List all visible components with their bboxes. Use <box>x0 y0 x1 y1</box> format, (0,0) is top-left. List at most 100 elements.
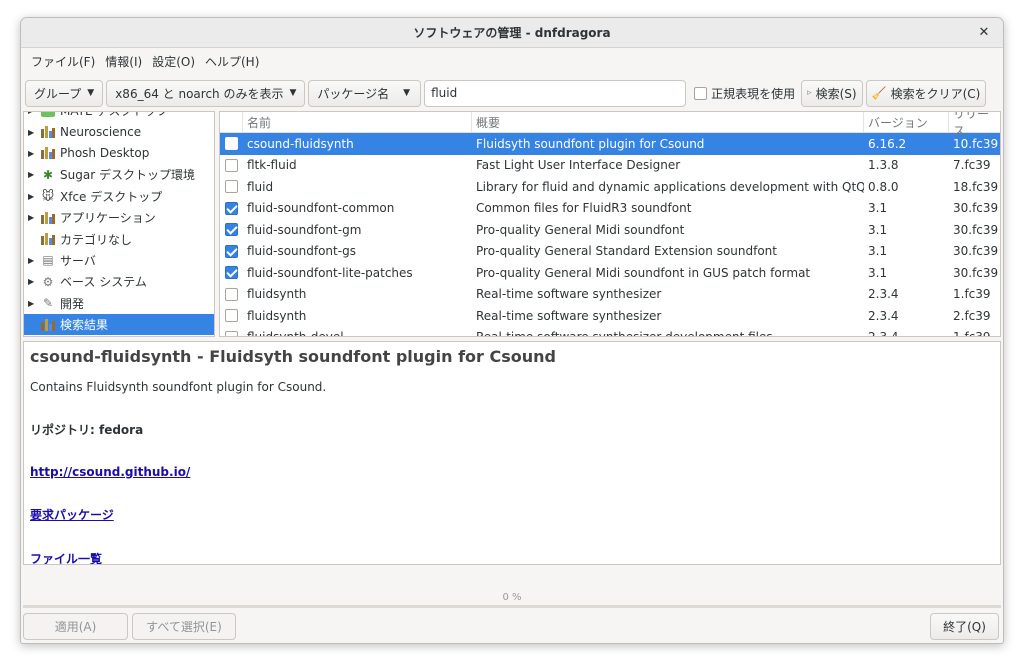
select-all-button-label: すべて選択(E) <box>146 620 222 634</box>
sidebar-item[interactable]: カテゴリなし <box>24 228 214 249</box>
search-button[interactable]: ▹ 検索(S) <box>801 79 863 107</box>
folder-icon <box>40 211 56 225</box>
header-release[interactable]: リリース <box>949 112 1000 138</box>
search-field-label: パッケージ名 <box>317 86 390 101</box>
package-version: 3.1 <box>868 222 888 237</box>
expander-arrow-icon[interactable]: ▶ <box>28 277 40 286</box>
xfce-icon: 🐭 <box>41 189 55 204</box>
apply-button[interactable]: 適用(A) <box>23 613 128 640</box>
package-row[interactable]: fluidsynth-develReal-time software synth… <box>220 327 1000 336</box>
package-row[interactable]: fluid-soundfont-lite-patches Pro-quality … <box>220 262 1000 284</box>
package-checkbox-cell <box>220 180 243 194</box>
search-input[interactable]: fluid <box>424 79 687 107</box>
package-checkbox[interactable] <box>225 266 238 280</box>
sidebar-item[interactable]: ▶ アプリケーション <box>24 207 214 228</box>
search-icon: ▹ <box>807 88 812 98</box>
package-checkbox[interactable] <box>225 180 238 194</box>
regex-checkbox[interactable]: 正規表現を使用 <box>694 85 795 102</box>
expander-arrow-icon[interactable]: ▶ <box>28 299 40 308</box>
package-release: 30.fc39 <box>953 265 999 280</box>
sidebar-item[interactable]: ▶ ✱ Sugar デスクトップ環境 <box>24 164 214 185</box>
expander-arrow-icon[interactable]: ▶ <box>28 170 40 179</box>
package-checkbox[interactable] <box>225 158 238 172</box>
package-row[interactable]: fluid-soundfont-common Common files for F… <box>220 198 1000 220</box>
clear-search-button[interactable]: 🧹 検索をクリア(C) <box>865 79 987 107</box>
menu-help[interactable]: ヘルプ(H) <box>201 53 263 70</box>
sidebar-item[interactable]: ▶ ⚙ ベース システム <box>24 271 214 292</box>
package-row[interactable]: fluidsynth Real-time software synthesizer… <box>220 284 1000 306</box>
progress-bar <box>23 605 1001 608</box>
package-summary: Pro-quality General Standard Extension s… <box>476 244 777 259</box>
package-row[interactable]: fluid-soundfont-gs Pro-quality General St… <box>220 241 1000 263</box>
sidebar-item[interactable]: ▶ MATE デスクトップ <box>24 112 214 121</box>
title-bar: ソフトウェアの管理 - dnfdragora ✕ <box>21 18 1003 48</box>
expander-arrow-icon[interactable]: ▶ <box>28 128 40 137</box>
package-version: 3.1 <box>868 244 888 259</box>
package-release: 30.fc39 <box>953 222 999 237</box>
sidebar-item-label: サーバ <box>60 253 96 268</box>
sidebar-item-label: Neuroscience <box>60 125 142 140</box>
quit-button-label: 終了(Q) <box>943 620 986 634</box>
package-checkbox[interactable] <box>225 223 238 237</box>
menu-info[interactable]: 情報(I) <box>101 53 146 70</box>
sidebar-item-label: 検索結果 <box>60 318 109 333</box>
chevron-down-icon: ▼ <box>87 88 95 98</box>
expander-arrow-icon[interactable]: ▶ <box>28 213 40 222</box>
menu-file[interactable]: ファイル(F) <box>27 53 99 70</box>
requires-link[interactable]: 要求パッケージ <box>30 508 114 522</box>
header-checkbox-col <box>220 112 243 132</box>
package-row[interactable]: fluid Library for fluid and dynamic appli… <box>220 176 1000 198</box>
header-summary[interactable]: 概要 <box>472 112 864 132</box>
close-icon[interactable]: ✕ <box>975 24 993 42</box>
details-description: Contains Fluidsynth soundfont plugin for… <box>30 380 327 394</box>
sidebar-item[interactable]: 検索結果 <box>24 313 214 336</box>
group-dropdown[interactable]: グループ ▼ <box>25 79 104 107</box>
sidebar-item[interactable]: ▶ ✎ 開発 <box>24 293 214 314</box>
package-version: 0.8.0 <box>868 179 899 194</box>
expander-arrow-icon[interactable]: ▶ <box>28 112 40 115</box>
details-url-link[interactable]: http://csound.github.io/ <box>30 465 190 479</box>
arch-filter-dropdown[interactable]: x86_64 と noarch のみを表示 ▼ <box>106 79 306 107</box>
package-checkbox[interactable] <box>225 201 238 215</box>
package-checkbox[interactable] <box>225 137 238 151</box>
sidebar-item[interactable]: ▶ Phosh Desktop <box>24 143 214 164</box>
regex-checkbox-box[interactable] <box>694 86 708 100</box>
package-checkbox[interactable] <box>225 330 238 336</box>
package-release: 30.fc39 <box>953 201 999 216</box>
progress-area: 0 % <box>23 584 1001 608</box>
sidebar-item[interactable]: ▶ ▤ サーバ <box>24 250 214 271</box>
header-version[interactable]: バージョン <box>864 112 949 132</box>
expander-arrow-icon[interactable]: ▶ <box>28 192 40 201</box>
package-checkbox[interactable] <box>225 309 238 323</box>
file-list-link[interactable]: ファイル一覧 <box>30 552 102 564</box>
package-row[interactable]: fltk-fluid Fast Light User Interface Desi… <box>220 155 1000 177</box>
package-row[interactable]: fluidsynth Real-time software synthesizer… <box>220 305 1000 327</box>
package-row[interactable]: csound-fluidsynth Fluidsyth soundfont plu… <box>220 133 1000 155</box>
package-name: fltk-fluid <box>247 158 297 173</box>
package-details: csound-fluidsynth - Fluidsyth soundfont … <box>23 341 1001 565</box>
sidebar-item[interactable]: ▶ 🐭 Xfce デスクトップ <box>24 186 214 207</box>
clear-search-label: 検索をクリア(C) <box>890 86 981 101</box>
menu-settings[interactable]: 設定(O) <box>148 53 199 70</box>
package-summary: Real-time software synthesizer <box>476 287 662 302</box>
package-release: 30.fc39 <box>953 244 999 259</box>
folder-icon <box>40 232 56 246</box>
package-name: fluid-soundfont-common <box>247 201 395 216</box>
package-name: fluid-soundfont-gs <box>247 244 356 259</box>
sidebar-item-label: ベース システム <box>60 275 147 290</box>
package-row[interactable]: fluid-soundfont-gm Pro-quality General Mi… <box>220 219 1000 241</box>
quit-button[interactable]: 終了(Q) <box>930 613 999 640</box>
package-checkbox[interactable] <box>225 244 238 258</box>
sidebar-item[interactable]: ▶ Neuroscience <box>24 121 214 142</box>
select-all-button[interactable]: すべて選択(E) <box>132 613 236 640</box>
package-summary: Common files for FluidR3 soundfont <box>476 201 692 216</box>
header-name[interactable]: 名前 <box>243 112 472 132</box>
folder-icon <box>40 146 56 160</box>
expander-arrow-icon[interactable]: ▶ <box>28 256 40 265</box>
package-release: 7.fc39 <box>953 158 991 173</box>
expander-arrow-icon[interactable]: ▶ <box>28 149 40 158</box>
package-release: 1.fc39 <box>949 330 1000 336</box>
group-sidebar: ▶MATE デスクトップ▶Neuroscience▶Phosh Desktop▶… <box>23 111 215 337</box>
package-checkbox[interactable] <box>225 287 238 301</box>
search-field-dropdown[interactable]: パッケージ名 ▼ <box>308 79 422 107</box>
